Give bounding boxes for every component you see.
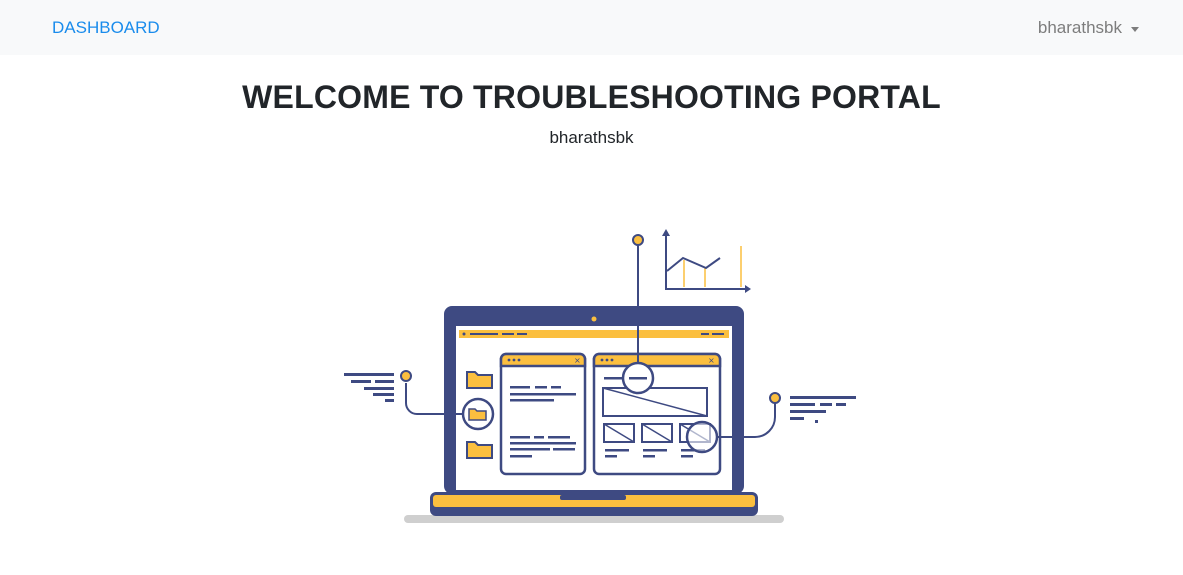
top-navbar: DASHBOARD bharathsbk — [0, 0, 1183, 55]
folder-icon — [466, 441, 493, 459]
chart-icon — [662, 229, 751, 293]
svg-text:×: × — [708, 356, 715, 365]
laptop-troubleshooting-illustration: × × — [344, 229, 856, 523]
folder-icon — [466, 371, 493, 389]
user-dropdown[interactable]: bharathsbk — [1038, 18, 1139, 38]
laptop-shadow — [404, 515, 784, 523]
user-name: bharathsbk — [1037, 18, 1122, 37]
page-subtitle: bharathsbk — [549, 128, 634, 147]
svg-text:×: × — [574, 356, 581, 365]
caret-down-icon — [1131, 26, 1139, 32]
magnifier-lens — [685, 420, 719, 454]
dashboard-link[interactable]: DASHBOARD — [52, 18, 160, 38]
page-title: WELCOME TO TROUBLESHOOTING PORTAL — [242, 79, 941, 115]
